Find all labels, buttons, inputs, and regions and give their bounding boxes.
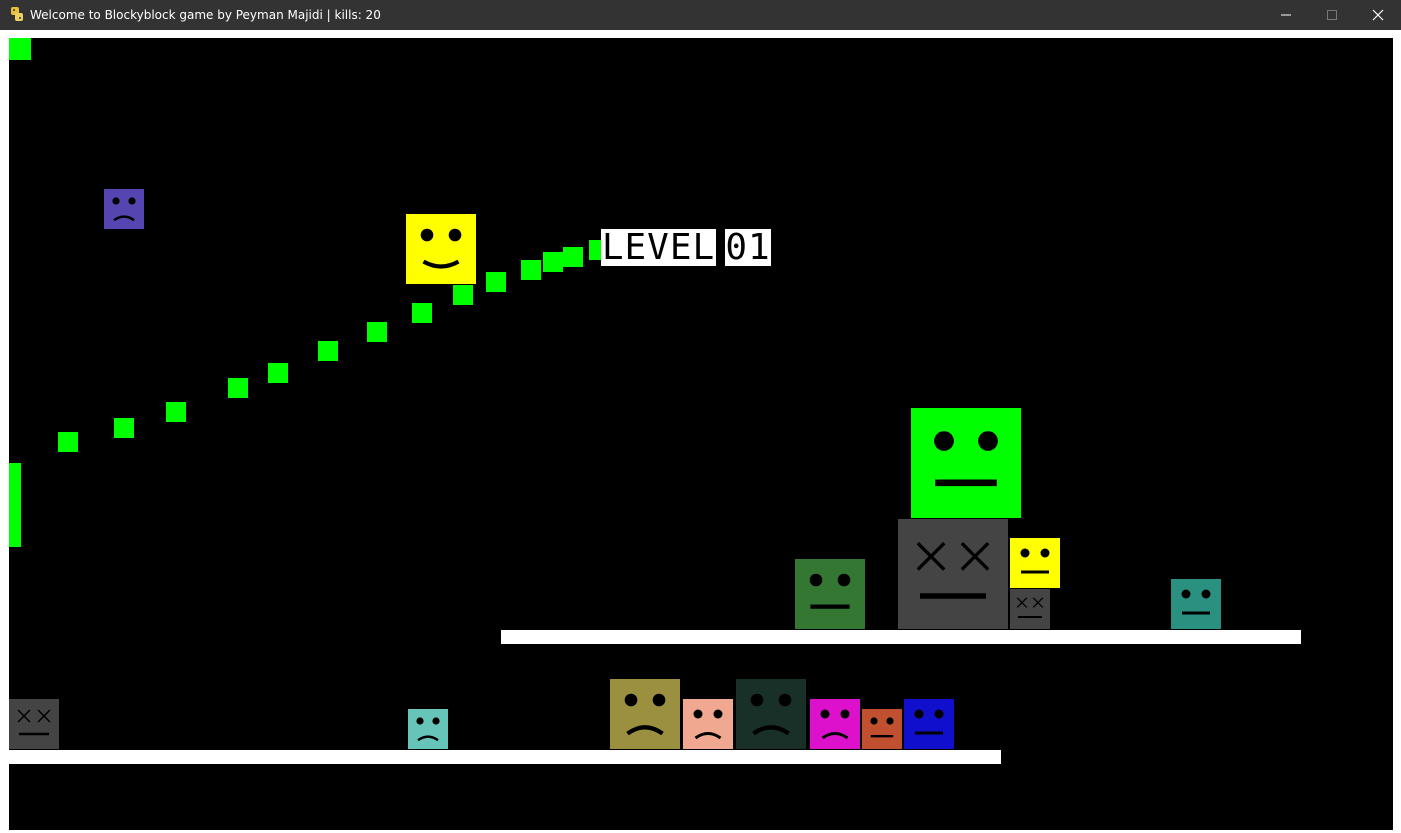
maximize-button[interactable] <box>1309 0 1355 30</box>
close-button[interactable] <box>1355 0 1401 30</box>
yellow-neutral-small-block <box>1010 538 1060 588</box>
darkgreen-neutral-block <box>795 559 865 629</box>
corner-marker <box>9 38 31 60</box>
trajectory-dot <box>412 303 432 323</box>
gray-dead-big-block <box>898 519 1008 629</box>
close-icon <box>1372 9 1384 21</box>
maximize-icon <box>1327 10 1337 20</box>
trajectory-dot <box>268 363 288 383</box>
minimize-button[interactable] <box>1263 0 1309 30</box>
green-neutral-big-block <box>911 408 1021 518</box>
yellow-happy-block <box>406 214 476 284</box>
trajectory-dot <box>521 260 541 280</box>
level-label: LEVEL <box>601 227 716 268</box>
trajectory-dot <box>166 402 186 422</box>
level-number: 01 <box>725 227 771 268</box>
rust-neutral-block <box>862 709 902 749</box>
left-edge-bar <box>9 463 21 547</box>
trajectory-dot <box>318 341 338 361</box>
game-canvas[interactable]: LEVEL 01 <box>9 38 1393 830</box>
olive-sad-block <box>610 679 680 749</box>
peach-sad-block <box>683 699 733 749</box>
cyan-sad-block <box>408 709 448 749</box>
lower-platform <box>9 750 1001 764</box>
gray-dead-small-block <box>1010 589 1050 629</box>
python-icon <box>9 6 25 22</box>
upper-platform <box>501 630 1301 644</box>
trajectory-dot <box>543 252 563 272</box>
teal-neutral-block <box>1171 579 1221 629</box>
trajectory-dot <box>486 272 506 292</box>
darkteal-sad-block <box>736 679 806 749</box>
blue-neutral-block <box>904 699 954 749</box>
window-title: Welcome to Blockyblock game by Peyman Ma… <box>30 8 381 22</box>
trajectory-dot <box>453 285 473 305</box>
trajectory-dot <box>563 247 583 267</box>
window-titlebar: Welcome to Blockyblock game by Peyman Ma… <box>0 0 1401 30</box>
magenta-sad-block <box>810 699 860 749</box>
trajectory-dot <box>367 322 387 342</box>
purple-sad-block <box>104 189 144 229</box>
trajectory-dot <box>58 432 78 452</box>
trajectory-dot <box>114 418 134 438</box>
minimize-icon <box>1281 14 1291 16</box>
trajectory-dot <box>228 378 248 398</box>
gray-dead-left-block <box>9 699 59 749</box>
